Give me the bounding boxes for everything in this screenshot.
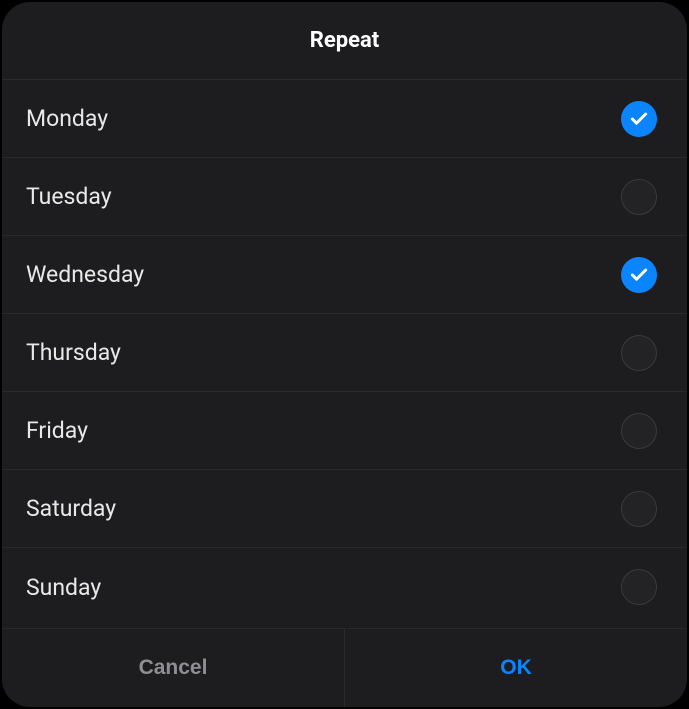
day-row-tuesday[interactable]: Tuesday	[2, 158, 687, 236]
unchecked-circle-icon[interactable]	[621, 491, 657, 527]
day-row-sunday[interactable]: Sunday	[2, 548, 687, 626]
day-row-thursday[interactable]: Thursday	[2, 314, 687, 392]
day-row-monday[interactable]: Monday	[2, 80, 687, 158]
day-label: Monday	[26, 105, 108, 132]
unchecked-circle-icon[interactable]	[621, 179, 657, 215]
day-row-saturday[interactable]: Saturday	[2, 470, 687, 548]
days-list: Monday Tuesday Wednesday Thursday Friday…	[2, 80, 687, 628]
checkmark-icon[interactable]	[621, 101, 657, 137]
day-label: Friday	[26, 417, 88, 444]
day-label: Thursday	[26, 339, 121, 366]
day-label: Tuesday	[26, 183, 112, 210]
ok-button[interactable]: OK	[345, 629, 687, 707]
cancel-button[interactable]: Cancel	[2, 629, 345, 707]
unchecked-circle-icon[interactable]	[621, 413, 657, 449]
day-row-friday[interactable]: Friday	[2, 392, 687, 470]
dialog-header: Repeat	[2, 2, 687, 80]
repeat-dialog: Repeat Monday Tuesday Wednesday Thursday…	[2, 2, 687, 707]
day-label: Saturday	[26, 495, 116, 522]
dialog-footer: Cancel OK	[2, 628, 687, 707]
checkmark-icon[interactable]	[621, 257, 657, 293]
unchecked-circle-icon[interactable]	[621, 335, 657, 371]
day-row-wednesday[interactable]: Wednesday	[2, 236, 687, 314]
day-label: Sunday	[26, 574, 101, 601]
day-label: Wednesday	[26, 261, 144, 288]
dialog-title: Repeat	[310, 28, 379, 53]
unchecked-circle-icon[interactable]	[621, 569, 657, 605]
